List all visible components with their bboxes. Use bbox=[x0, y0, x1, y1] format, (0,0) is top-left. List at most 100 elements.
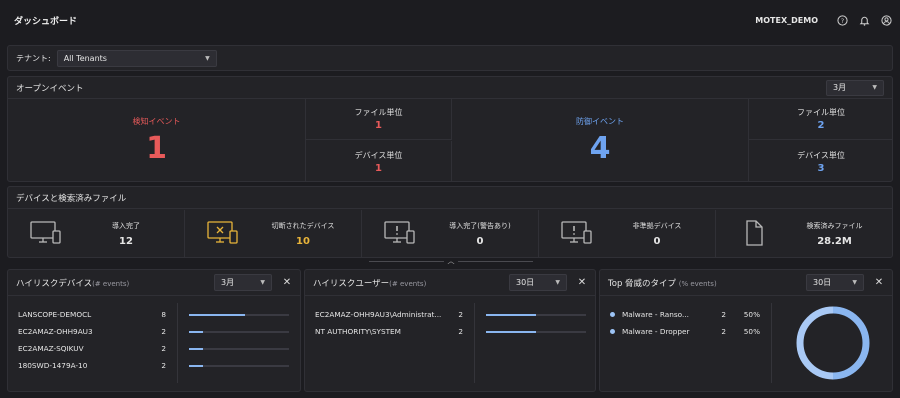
device-card-disconnected[interactable]: 切断されたデバイス 10 bbox=[185, 210, 362, 258]
detect-events-card[interactable]: 検知イベント 1 bbox=[8, 99, 306, 182]
detect-file-value: 1 bbox=[375, 120, 382, 131]
list-item-bar bbox=[486, 331, 586, 333]
chevron-down-icon: ▼ bbox=[852, 279, 857, 286]
list-item[interactable]: NT AUTHORITY\SYSTEM 2 bbox=[315, 323, 463, 340]
tenant-value: All Tenants bbox=[63, 53, 107, 63]
list-item-bar-fill bbox=[486, 331, 536, 333]
high-risk-users-period-select[interactable]: 30日 ▼ bbox=[509, 274, 567, 291]
list-item[interactable]: EC2AMAZ-OHH9AU3 2 bbox=[18, 323, 166, 340]
list-item-bar-fill bbox=[189, 365, 203, 367]
threat-percent: 50% bbox=[743, 327, 760, 336]
list-item-count: 2 bbox=[161, 327, 166, 336]
scanned-files-card[interactable]: 検索済みファイル 28.2M bbox=[716, 210, 893, 258]
list-item-count: 2 bbox=[161, 361, 166, 370]
close-icon[interactable]: ✕ bbox=[577, 277, 587, 288]
protect-device-value: 3 bbox=[817, 162, 825, 174]
threat-donut-chart bbox=[796, 306, 870, 380]
top-threats-period-select[interactable]: 30日 ▼ bbox=[806, 274, 864, 291]
legend-dot bbox=[610, 312, 615, 317]
chevron-down-icon: ▼ bbox=[205, 54, 210, 62]
tenant-select[interactable]: All Tenants ▼ bbox=[56, 49, 217, 67]
open-events-title: オープンイベント bbox=[16, 83, 84, 94]
list-item-bar bbox=[486, 314, 586, 316]
donut-slice[interactable] bbox=[796, 306, 834, 380]
username[interactable]: MOTEX_DEMO bbox=[755, 16, 818, 25]
protect-device-card[interactable]: デバイス単位 3 bbox=[749, 141, 893, 182]
high-risk-users-panel: ハイリスクユーザー(# events) 30日 ▼ ✕ EC2AMAZ-OHH9… bbox=[304, 269, 596, 392]
list-item-name: LANSCOPE-DEMOCL bbox=[18, 310, 92, 319]
threat-percent: 50% bbox=[743, 310, 760, 319]
top-threats-period-value: 30日 bbox=[813, 278, 832, 287]
monitor-alert-icon bbox=[561, 220, 599, 248]
high-risk-users-period-value: 30日 bbox=[516, 278, 535, 287]
list-item[interactable]: EC2AMAZ-SQIKUV 2 bbox=[18, 340, 166, 357]
high-risk-users-title: ハイリスクユーザー bbox=[313, 278, 390, 289]
chevron-up-icon[interactable]: ︿ bbox=[444, 256, 458, 266]
donut-slice[interactable] bbox=[832, 306, 870, 380]
bell-icon[interactable] bbox=[858, 14, 870, 26]
chevron-down-icon: ▼ bbox=[260, 279, 265, 286]
list-item-bar-fill bbox=[189, 348, 203, 350]
detect-events-value: 1 bbox=[146, 130, 167, 166]
chevron-down-icon: ▼ bbox=[872, 84, 877, 91]
top-threats-subtitle: (% events) bbox=[678, 279, 717, 288]
detect-file-card[interactable]: ファイル単位 1 bbox=[306, 99, 452, 140]
list-item-count: 2 bbox=[458, 327, 463, 336]
page-title: ダッシュボード bbox=[14, 16, 78, 27]
device-installed-value: 12 bbox=[119, 236, 133, 247]
protect-file-card[interactable]: ファイル単位 2 bbox=[749, 99, 893, 140]
threat-name: Malware - Ranso... bbox=[622, 310, 689, 319]
threat-list-item[interactable]: Malware - Ranso... 2 50% bbox=[610, 306, 760, 323]
device-warning-value: 0 bbox=[476, 236, 484, 247]
list-item-name: EC2AMAZ-OHH9AU3 bbox=[18, 327, 93, 336]
threat-list-item[interactable]: Malware - Dropper 2 50% bbox=[610, 323, 760, 340]
detect-device-label: デバイス単位 bbox=[354, 150, 403, 160]
help-circle-icon[interactable]: ? bbox=[836, 14, 848, 26]
protect-events-card[interactable]: 防御イベント 4 bbox=[452, 99, 749, 182]
threat-count: 2 bbox=[721, 327, 726, 336]
detect-device-value: 1 bbox=[375, 162, 382, 174]
device-card-noncompliant[interactable]: 非準拠デバイス 0 bbox=[539, 210, 716, 258]
protect-file-label: ファイル単位 bbox=[797, 108, 845, 117]
devices-files-panel: デバイスと検索済みファイル 導入完了 12 切断されたデバイス 10 導入完了(… bbox=[7, 186, 893, 258]
device-card-installed[interactable]: 導入完了 12 bbox=[8, 210, 185, 258]
divider bbox=[474, 303, 475, 383]
open-events-period-value: 3月 bbox=[833, 83, 847, 92]
collapse-toggle[interactable]: ︿ bbox=[369, 257, 533, 265]
user-icon[interactable] bbox=[880, 14, 892, 26]
svg-text:?: ? bbox=[840, 16, 843, 24]
tenant-bar: テナント: All Tenants ▼ bbox=[7, 45, 893, 71]
legend-dot bbox=[610, 329, 615, 334]
list-item-name: NT AUTHORITY\SYSTEM bbox=[315, 327, 401, 336]
high-risk-devices-panel: ハイリスクデバイス(# events) 3月 ▼ ✕ LANSCOPE-DEMO… bbox=[7, 269, 301, 392]
list-item-bar bbox=[189, 365, 289, 367]
list-item[interactable]: 180SWD-1479A-10 2 bbox=[18, 357, 166, 374]
tenant-label: テナント: bbox=[16, 53, 51, 63]
scanned-files-value: 28.2M bbox=[817, 236, 852, 247]
device-installed-label: 導入完了 bbox=[112, 222, 140, 230]
list-item-bar bbox=[189, 331, 289, 333]
scanned-files-label: 検索済みファイル bbox=[806, 222, 863, 230]
list-item-bar bbox=[189, 314, 289, 316]
list-item-bar-fill bbox=[486, 314, 536, 316]
list-item[interactable]: EC2AMAZ-OHH9AU3\Administrat... 2 bbox=[315, 306, 463, 323]
list-item[interactable]: LANSCOPE-DEMOCL 8 bbox=[18, 306, 166, 323]
device-disconnected-label: 切断されたデバイス bbox=[271, 222, 335, 230]
list-item-bar bbox=[189, 348, 289, 350]
divider bbox=[458, 260, 533, 262]
close-icon[interactable]: ✕ bbox=[874, 277, 884, 288]
device-card-warning[interactable]: 導入完了(警告あり) 0 bbox=[362, 210, 539, 258]
protect-events-label: 防御イベント bbox=[576, 116, 624, 126]
file-icon bbox=[738, 220, 776, 248]
device-noncompliant-label: 非準拠デバイス bbox=[632, 222, 682, 230]
high-risk-devices-period-select[interactable]: 3月 ▼ bbox=[214, 274, 272, 291]
close-icon[interactable]: ✕ bbox=[282, 277, 292, 288]
threat-name: Malware - Dropper bbox=[622, 327, 690, 336]
open-events-period-select[interactable]: 3月 ▼ bbox=[826, 79, 884, 96]
device-noncompliant-value: 0 bbox=[653, 236, 661, 247]
detect-file-label: ファイル単位 bbox=[354, 108, 403, 117]
protect-events-value: 4 bbox=[589, 130, 611, 166]
detect-device-card[interactable]: デバイス単位 1 bbox=[306, 141, 452, 182]
list-item-name: EC2AMAZ-OHH9AU3\Administrat... bbox=[315, 310, 442, 319]
divider bbox=[177, 303, 178, 383]
